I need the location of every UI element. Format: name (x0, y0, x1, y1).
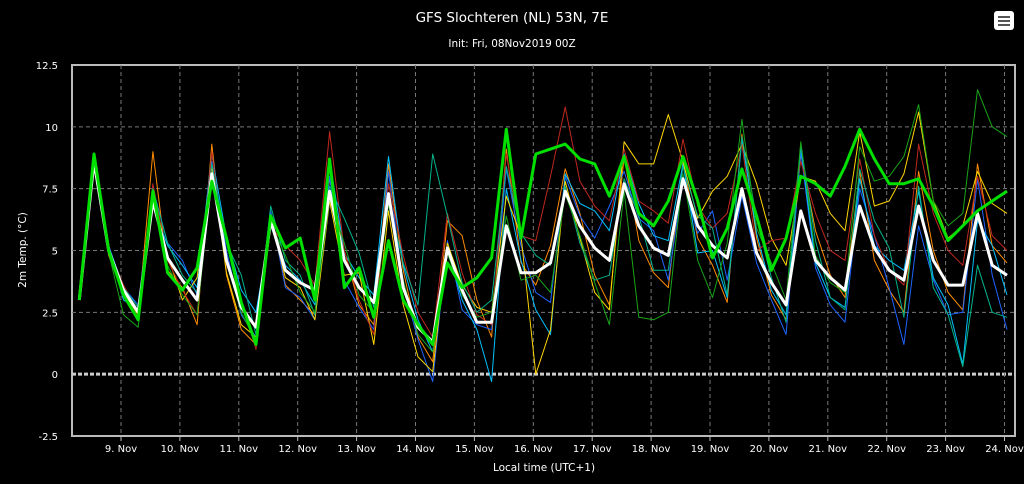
x-tick-label: 19. Nov (691, 444, 730, 455)
x-tick-label: 24. Nov (985, 444, 1024, 455)
y-tick-label: 12.5 (36, 61, 58, 72)
chart-area: -2.5 0 2.5 5 7.5 10 12.5 9. Nov 10. Nov 11. Nov 12… (17, 61, 1024, 474)
x-tick-label: 18. Nov (632, 444, 671, 455)
x-tick-label: 17. Nov (573, 444, 612, 455)
x-tick-label: 15. Nov (455, 444, 494, 455)
x-tick-label: 14. Nov (396, 444, 435, 455)
x-tick-label: 22. Nov (867, 444, 906, 455)
y-tick-label: 5 (52, 247, 58, 258)
x-axis-label: Local time (UTC+1) (493, 462, 595, 474)
y-tick-label: 2.5 (42, 308, 58, 319)
y-tick-label: 10 (45, 123, 58, 134)
x-tick-label: 21. Nov (808, 444, 847, 455)
x-tick-label: 9. Nov (105, 444, 137, 455)
x-tick-label: 12. Nov (278, 444, 317, 455)
x-tick-label: 10. Nov (161, 444, 200, 455)
x-tick-label: 11. Nov (219, 444, 258, 455)
y-tick-label: -2.5 (38, 432, 58, 443)
y-tick-label: 7.5 (42, 185, 58, 196)
x-tick-label: 13. Nov (337, 444, 376, 455)
x-tick-label: 20. Nov (750, 444, 789, 455)
x-tick-label: 23. Nov (926, 444, 965, 455)
y-axis-label: 2m Temp. (°C) (17, 212, 29, 288)
x-tick-label: 16. Nov (514, 444, 553, 455)
y-tick-label: 0 (52, 370, 58, 381)
